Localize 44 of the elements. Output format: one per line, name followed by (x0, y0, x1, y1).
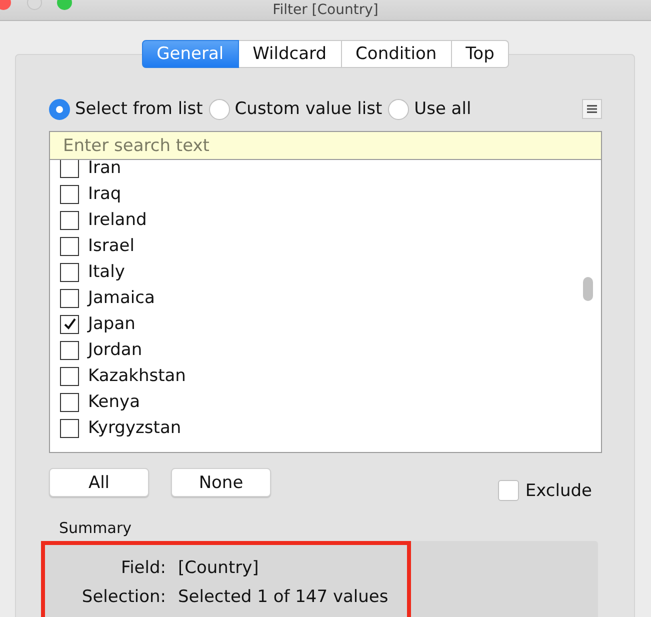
value-label: Israel (88, 236, 134, 256)
radio-button[interactable] (49, 98, 70, 120)
summary-value: Selected 1 of 147 values (178, 586, 388, 606)
value-label: Kyrgyzstan (88, 418, 182, 438)
radio-label: Select from list (75, 99, 203, 119)
value-label: Iraq (88, 184, 122, 204)
value-label: Italy (88, 262, 125, 282)
tab[interactable]: Top (452, 40, 510, 68)
scrollbar-thumb[interactable] (583, 277, 593, 301)
radio-button[interactable] (388, 98, 410, 120)
checkbox[interactable] (60, 160, 79, 178)
checkbox[interactable] (60, 210, 79, 230)
tab[interactable]: Condition (342, 40, 452, 68)
exclude-label: Exclude (525, 480, 592, 500)
radio-label: Custom value list (234, 99, 382, 119)
value-label: Jamaica (88, 288, 155, 308)
value-label: Kenya (88, 392, 140, 412)
checkbox[interactable] (60, 288, 79, 308)
checkbox[interactable] (60, 236, 79, 256)
value-label: Iran (88, 160, 122, 178)
summary-value: [Country] (178, 558, 259, 578)
radio-button[interactable] (208, 98, 230, 120)
value-label: Japan (88, 314, 136, 334)
summary-title: Summary (59, 519, 132, 537)
select-button[interactable]: None (171, 468, 271, 497)
value-label: Jordan (88, 340, 142, 360)
checkbox[interactable] (60, 262, 79, 282)
summary-label: Selection: (80, 586, 166, 606)
tab[interactable]: Wildcard (238, 40, 342, 68)
summary-label: Field: (120, 558, 166, 578)
value-label: Kazakhstan (88, 366, 186, 386)
search-field[interactable]: Enter search text (49, 131, 602, 160)
checkbox[interactable] (60, 314, 79, 334)
menu-icon[interactable] (582, 99, 602, 119)
checkbox[interactable] (60, 184, 79, 204)
window-title: Filter [Country] (272, 1, 378, 20)
select-button[interactable]: All (49, 468, 149, 497)
checkbox[interactable] (60, 340, 79, 360)
radio-label: Use all (414, 99, 472, 119)
checkbox[interactable] (60, 366, 79, 386)
checkbox[interactable] (60, 392, 79, 412)
checkbox[interactable] (60, 418, 79, 438)
value-label: Ireland (88, 210, 147, 230)
exclude-checkbox[interactable] (498, 480, 520, 501)
